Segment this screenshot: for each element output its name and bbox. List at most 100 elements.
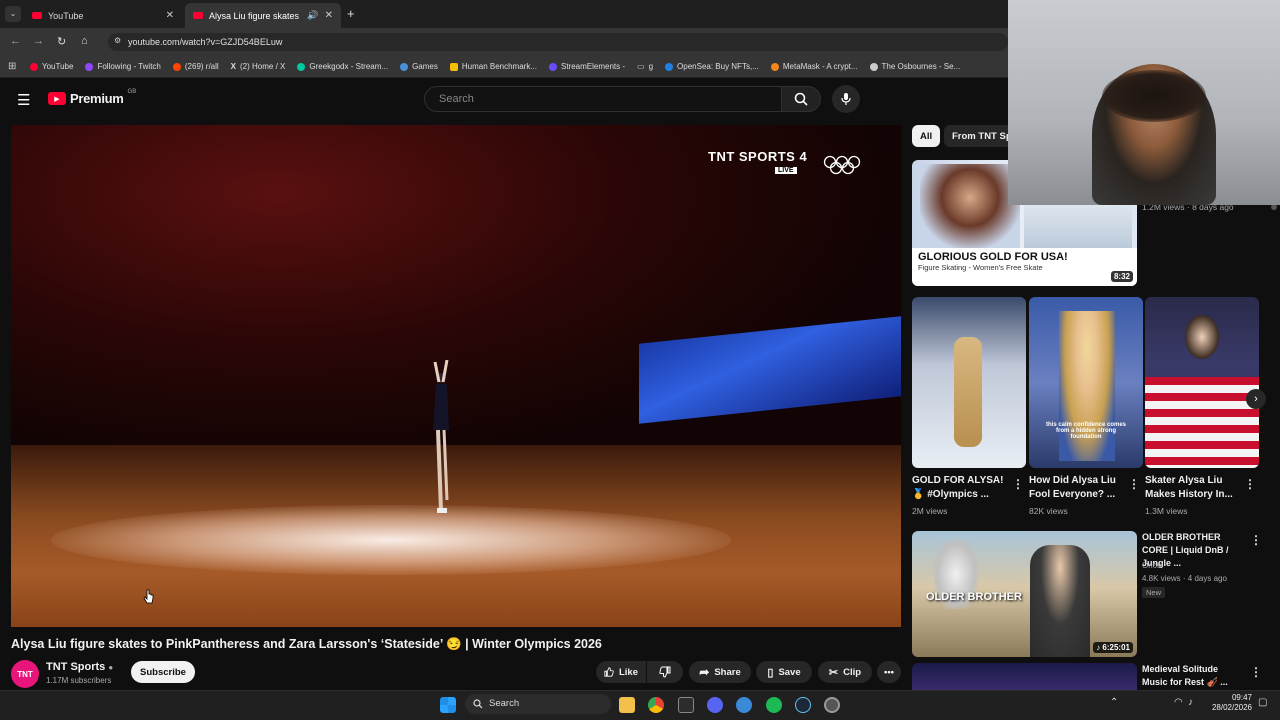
channel-avatar[interactable]: TNT [11, 660, 39, 688]
chrome-icon[interactable] [648, 697, 664, 713]
tab-current-video[interactable]: Alysa Liu figure skates to Pi 🔊 ✕ [185, 3, 341, 28]
close-tab-icon[interactable]: ✕ [166, 10, 174, 21]
skater-photo [920, 164, 1020, 248]
close-tab-icon[interactable]: ✕ [325, 10, 333, 21]
search-icon [473, 699, 483, 709]
more-vert-icon[interactable]: ⋮ [1128, 477, 1140, 491]
forward-icon[interactable]: → [33, 35, 44, 47]
new-tab-icon[interactable]: + [347, 6, 355, 21]
clock-time: 09:47 [1231, 693, 1252, 702]
taskbar-clock[interactable]: 09:47 28/02/2026 [1200, 693, 1252, 713]
bookmark-reddit[interactable]: (269) r/all [172, 62, 219, 71]
chip-from-channel[interactable]: From TNT Sp [944, 125, 1008, 147]
discord-icon[interactable] [707, 697, 723, 713]
microphone-icon [841, 93, 851, 105]
channel-name[interactable]: TNT Sports ● [46, 661, 113, 673]
bookmark-label: The Osbournes - Se... [881, 62, 961, 71]
share-icon: ➦ [699, 665, 710, 679]
bookmark-favicon-icon [297, 62, 306, 71]
ice-spotlight [51, 505, 731, 575]
bookmark-human-benchmark[interactable]: Human Benchmark... [449, 62, 537, 71]
olympic-rings-icon [823, 155, 861, 175]
more-vert-icon[interactable]: ⋮ [1244, 477, 1256, 491]
chip-all[interactable]: All [912, 125, 941, 147]
voice-search-button[interactable] [832, 85, 860, 113]
bookmark-games[interactable]: Games [400, 62, 438, 71]
bookmark-youtube[interactable]: YouTube [30, 62, 73, 71]
windows-taskbar [0, 690, 1280, 720]
chip-label: From TNT Sp [952, 130, 1008, 142]
dislike-button[interactable] [647, 661, 683, 683]
youtube-premium-logo[interactable]: ▶ Premium GB [48, 89, 136, 106]
folder-icon: ▭ [637, 62, 645, 71]
tab-youtube[interactable]: YouTube ✕ [24, 3, 182, 28]
home-icon[interactable]: ⌂ [81, 35, 88, 47]
steam-icon[interactable] [795, 697, 811, 713]
app-c-icon[interactable] [736, 697, 752, 713]
app-icon[interactable] [678, 697, 694, 713]
address-bar[interactable]: ⚙ youtube.com/watch?v=GZJD54BELuw [108, 33, 1008, 51]
search-button[interactable] [781, 86, 821, 112]
video-meta-older-brother: 4.8K views · 4 days ago [1142, 574, 1227, 583]
like-button[interactable]: Like [596, 661, 646, 683]
short-thumbnail-2[interactable]: this calm confidence comes from a hidden… [1029, 297, 1143, 468]
reload-icon[interactable]: ↻ [57, 35, 66, 48]
bookmark-label: g [648, 62, 654, 71]
tray-chevron-icon[interactable]: ⌃ [1110, 697, 1118, 708]
bookmark-x[interactable]: X (2) Home / X [231, 62, 286, 71]
bookmark-favicon-icon [400, 62, 409, 71]
menu-icon[interactable]: ☰ [17, 91, 30, 109]
video-title: Alysa Liu figure skates to PinkPantheres… [11, 637, 602, 651]
bookmark-streamelements[interactable]: StreamElements - [549, 62, 625, 71]
windows-start-icon[interactable] [440, 697, 456, 713]
new-badge: New [1142, 587, 1166, 598]
site-info-icon[interactable]: ⚙ [114, 36, 121, 45]
skater-face [1185, 315, 1219, 359]
video-title-medieval[interactable]: Medieval Solitude Music for Rest 🎻 ... [1142, 663, 1246, 690]
bookmark-metamask[interactable]: MetaMask - A crypt... [770, 62, 858, 71]
speaker-icon[interactable]: 🔊 [307, 10, 318, 21]
notification-icon[interactable]: ▢ [1258, 697, 1267, 708]
short-title-1[interactable]: GOLD FOR ALYSA! 🥇 #Olympics ... [912, 474, 1008, 502]
short-thumbnail-3[interactable] [1145, 297, 1259, 468]
save-button[interactable]: ▯ Save [756, 661, 812, 683]
short-title-3[interactable]: Skater Alysa Liu Makes History In... [1145, 474, 1241, 502]
more-vert-icon[interactable]: ⋮ [1250, 533, 1262, 547]
more-actions-button[interactable]: ••• [877, 661, 901, 683]
clip-button[interactable]: ✂ Clip [818, 661, 872, 683]
wifi-icon[interactable]: ◠ [1174, 697, 1183, 708]
volume-icon[interactable]: ♪ [1188, 697, 1193, 708]
back-icon[interactable]: ← [10, 35, 21, 47]
video-thumbnail-older-brother[interactable]: OLDER BROTHER ♪ 6:25:01 [912, 531, 1137, 657]
file-explorer-icon[interactable] [619, 697, 635, 713]
more-vert-icon[interactable]: ⋮ [1012, 477, 1024, 491]
bookmark-opensea[interactable]: OpenSea: Buy NFTs,... [665, 62, 759, 71]
taskbar-search[interactable]: Search [465, 694, 611, 714]
bookmark-label: (269) r/all [184, 62, 219, 71]
spotify-icon[interactable] [766, 697, 782, 713]
url-text: youtube.com/watch?v=GZJD54BELuw [128, 37, 283, 47]
subscribe-button[interactable]: Subscribe [131, 661, 195, 683]
bookmark-osbournes[interactable]: The Osbournes - Se... [869, 62, 961, 71]
bookmark-greekgodx[interactable]: Greekgodx - Stream... [297, 62, 388, 71]
apps-icon[interactable]: ⊞ [8, 61, 16, 72]
bookmark-twitch[interactable]: Following - Twitch [85, 62, 161, 71]
bookmark-label: StreamElements - [561, 62, 626, 71]
video-player[interactable]: TNT SPORTS 4 LIVE [11, 125, 901, 627]
short-title-2[interactable]: How Did Alysa Liu Fool Everyone? ... [1029, 474, 1125, 502]
shelf-next-button[interactable]: › [1246, 389, 1266, 409]
bookmark-label: Following - Twitch [97, 62, 161, 71]
settings-icon[interactable] [824, 697, 840, 713]
bookmark-folder-g[interactable]: ▭ g [637, 62, 653, 71]
short-thumbnail-1[interactable] [912, 297, 1026, 468]
video-thumbnail-medieval[interactable] [912, 663, 1137, 690]
video-channel-orion[interactable]: Orion [1142, 561, 1162, 570]
tab-list-icon[interactable]: ⌄ [5, 6, 21, 22]
share-button[interactable]: ➦ Share [689, 661, 751, 683]
live-badge: LIVE [775, 167, 797, 174]
search-placeholder: Search [439, 93, 474, 105]
skater-photo-2 [1024, 202, 1132, 252]
like-label: Like [618, 666, 638, 678]
more-vert-icon[interactable]: ⋮ [1250, 665, 1262, 679]
search-input[interactable]: Search [424, 86, 782, 112]
